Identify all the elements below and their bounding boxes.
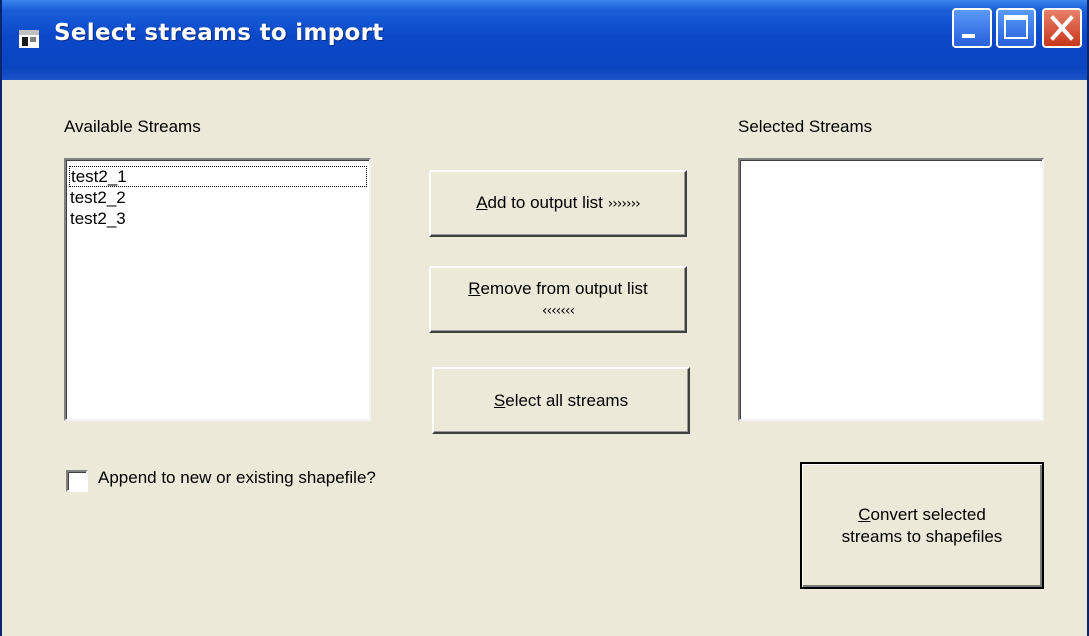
add-to-output-button[interactable]: Add to output list ›››››››	[429, 170, 687, 237]
add-label-rest: dd to output list	[487, 193, 603, 212]
append-checkbox-label[interactable]: Append to new or existing shapefile?	[98, 468, 376, 488]
add-mnemonic: A	[476, 193, 488, 212]
close-button[interactable]	[1042, 8, 1082, 48]
close-icon	[1050, 15, 1074, 41]
convert-label-rest: onvert selected	[870, 504, 986, 524]
list-item[interactable]: test2_1	[69, 166, 367, 187]
selected-streams-list[interactable]	[738, 158, 1044, 421]
maximize-icon	[1004, 15, 1028, 39]
available-streams-label: Available Streams	[64, 117, 201, 136]
remove-button-label-line1: Remove from output list	[468, 278, 648, 300]
remove-label-rest: emove from output list	[480, 278, 648, 298]
list-item[interactable]: test2_2	[69, 187, 367, 208]
convert-label-line2: streams to shapefiles	[841, 526, 1003, 546]
remove-mnemonic: R	[468, 278, 481, 298]
add-button-label: Add to output list ›››››››	[476, 192, 641, 215]
select-all-streams-button[interactable]: Select all streams	[432, 367, 690, 434]
left-arrows-glyph: ‹‹‹‹‹‹‹	[541, 302, 575, 319]
minimize-icon	[962, 34, 975, 38]
app-window-icon	[19, 30, 39, 48]
select-all-label-rest: elect all streams	[505, 390, 629, 410]
remove-from-output-button[interactable]: Remove from output list ‹‹‹‹‹‹‹	[429, 266, 687, 333]
convert-to-shapefiles-button[interactable]: Convert selected streams to shapefiles	[800, 462, 1044, 589]
maximize-button[interactable]	[996, 8, 1036, 48]
select-all-label: Select all streams	[494, 390, 628, 412]
convert-label-line1: Convert selected	[858, 504, 986, 526]
right-arrows-glyph: ›››››››	[607, 196, 641, 212]
dialog-window: Select streams to import Available Strea…	[0, 0, 1089, 636]
selected-streams-label: Selected Streams	[738, 117, 873, 136]
convert-mnemonic: C	[858, 504, 871, 524]
list-item[interactable]: test2_3	[69, 208, 367, 229]
minimize-button[interactable]	[952, 8, 992, 48]
available-streams-list[interactable]: test2_1 test2_2 test2_3	[64, 158, 371, 421]
select-all-mnemonic: S	[493, 390, 506, 410]
window-title: Select streams to import	[54, 20, 384, 46]
title-bar[interactable]: Select streams to import	[2, 0, 1087, 80]
append-checkbox[interactable]	[66, 470, 88, 492]
